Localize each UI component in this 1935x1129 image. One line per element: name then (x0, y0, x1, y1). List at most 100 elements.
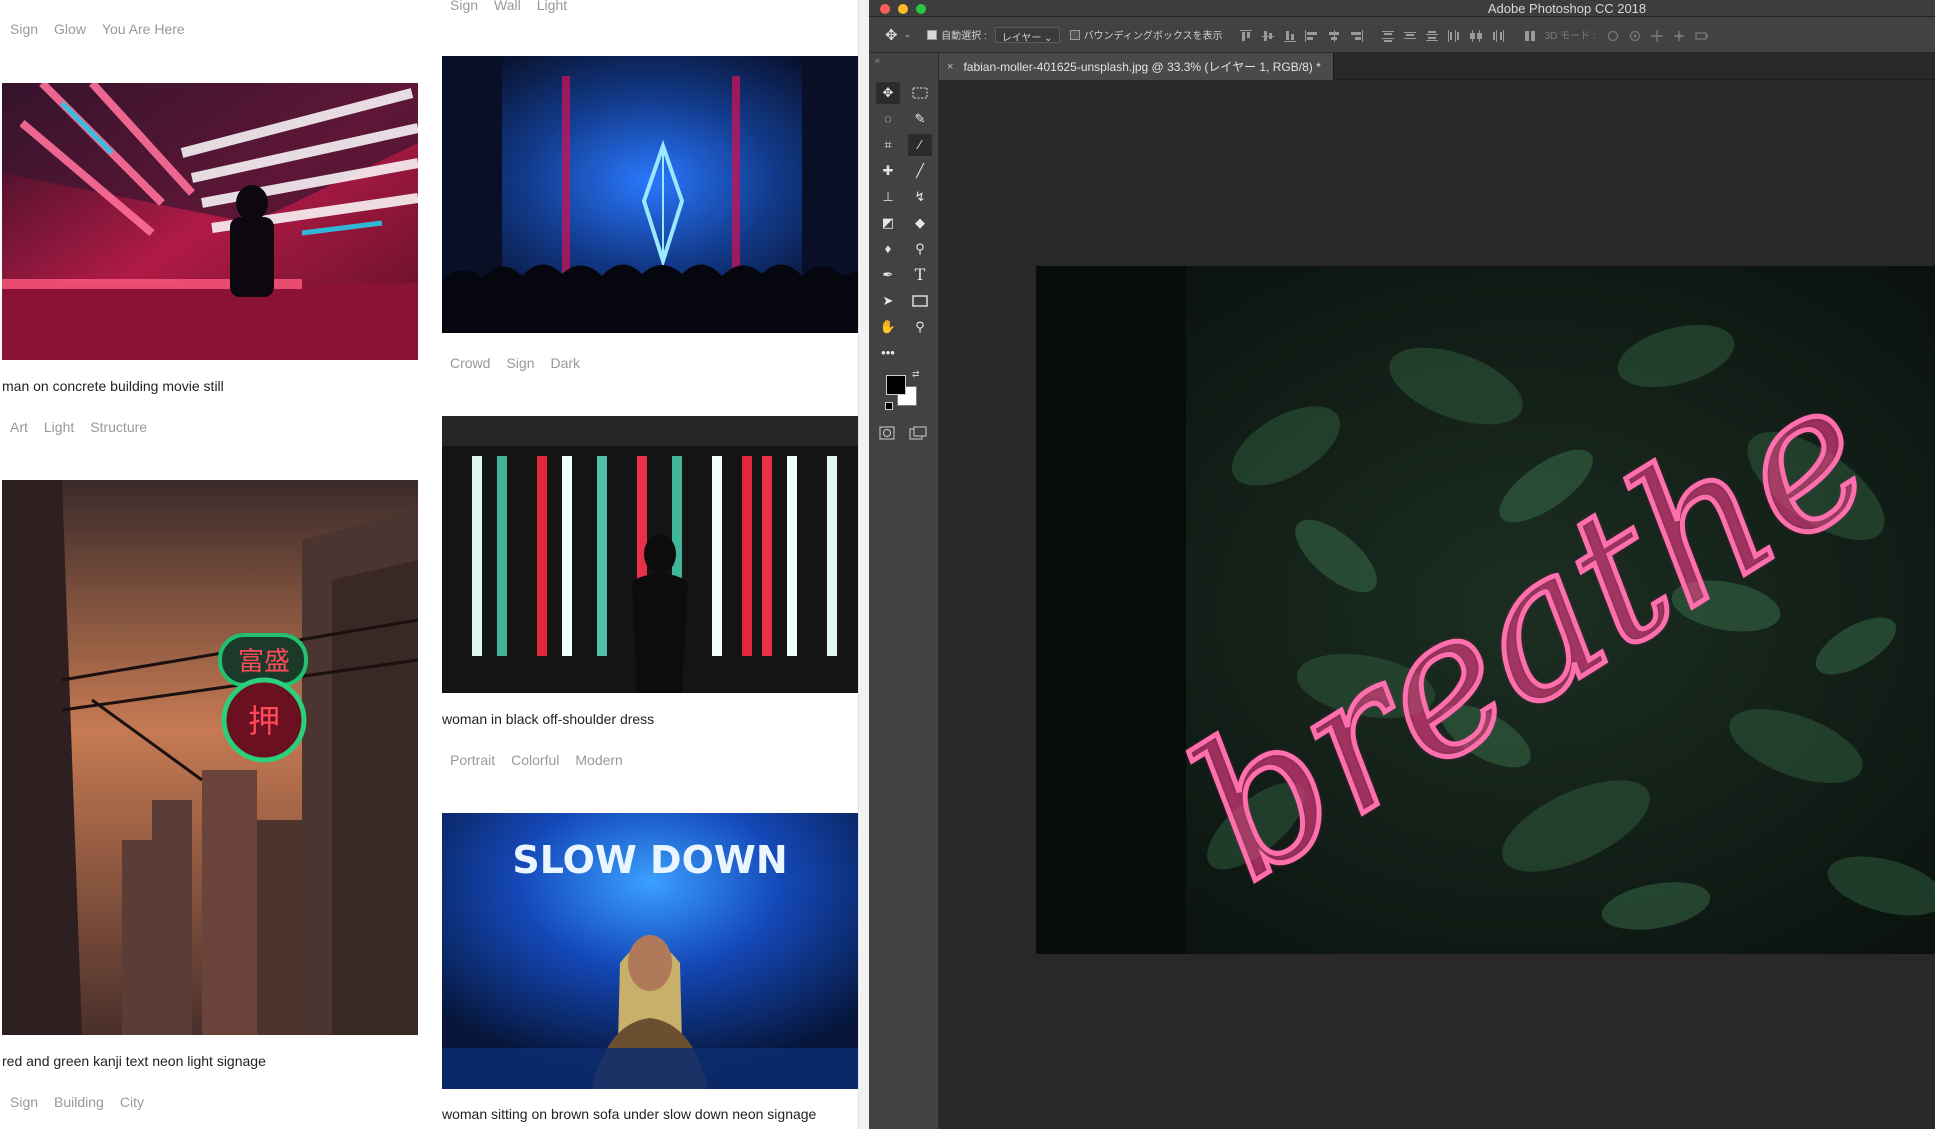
svg-text:富盛: 富盛 (238, 647, 290, 677)
tag-row: Sign Building City (2, 1087, 152, 1117)
bounding-box-checkbox[interactable] (1069, 29, 1080, 40)
blur-icon[interactable]: ♦ (876, 238, 900, 260)
distribute-center-icon[interactable] (1469, 29, 1483, 42)
screen-mode-icon[interactable] (909, 426, 927, 445)
tag-link[interactable]: Sign (442, 0, 486, 13)
tag-link[interactable]: Dark (543, 355, 589, 371)
distribute-left-icon[interactable] (1447, 29, 1461, 42)
tag-row: Portrait Colorful Modern (442, 745, 631, 775)
tag-link[interactable]: Glow (46, 21, 94, 37)
move-icon[interactable]: ✥ (876, 82, 900, 104)
eraser-icon[interactable]: ◩ (876, 212, 900, 234)
align-bottom-icon[interactable] (1283, 29, 1297, 42)
foreground-color-swatch-top (886, 375, 906, 395)
align-left-icon[interactable] (1304, 29, 1319, 42)
brush-icon[interactable]: ╱ (908, 160, 932, 182)
align-center-icon[interactable] (1327, 29, 1341, 42)
document-tab[interactable]: × fabian-moller-401625-unsplash.jpg @ 33… (939, 53, 1334, 80)
hand-icon[interactable]: ✋ (876, 316, 900, 338)
tag-link[interactable]: Sign (498, 355, 542, 371)
stamp-icon[interactable]: ⊥ (876, 186, 900, 208)
chevron-down-icon[interactable]: ⌄ (904, 29, 912, 40)
eyedropper-icon[interactable]: ⁄ (908, 134, 932, 156)
align-middle-icon[interactable] (1261, 29, 1275, 41)
auto-align-icon[interactable] (1523, 29, 1537, 41)
auto-select-checkbox[interactable] (927, 29, 938, 40)
tag-link[interactable]: Light (36, 419, 82, 435)
more-icon[interactable]: ••• (876, 342, 900, 364)
gallery-column-left: Sign Glow You Are Here man on concrete b… (2, 0, 418, 1129)
photo-caption: man on concrete building movie still (2, 378, 224, 394)
distribute-middle-icon[interactable] (1403, 29, 1417, 41)
photo-kanji-neon[interactable]: 富盛 押 (2, 480, 418, 1035)
auto-select-dropdown[interactable]: レイヤー ⌄ (994, 26, 1060, 44)
tag-link[interactable]: Crowd (442, 355, 498, 371)
tag-row: Sign Glow You Are Here (2, 14, 193, 44)
gallery-scrollbar[interactable] (858, 0, 869, 1129)
window-titlebar: Adobe Photoshop CC 2018 (869, 0, 1935, 17)
window-title: Adobe Photoshop CC 2018 (1487, 1, 1647, 16)
tag-link[interactable]: Wall (486, 0, 529, 13)
document-canvas[interactable]: breathe breathe (1036, 266, 1935, 954)
distribute-bottom-icon[interactable] (1425, 29, 1439, 41)
pen-icon[interactable]: ✒ (876, 264, 900, 286)
tag-row: Art Light Structure (2, 412, 155, 442)
tag-row: Sign Wall Light (442, 0, 575, 20)
tag-link[interactable]: Colorful (503, 752, 567, 768)
close-tab-icon[interactable]: × (947, 61, 953, 73)
crop-icon[interactable]: ⌗ (876, 134, 900, 156)
gallery-column-right: Sign Wall Light Crowd Sign Dark woman in… (442, 0, 858, 1129)
document-tab-bar: × fabian-moller-401625-unsplash.jpg @ 33… (939, 53, 1935, 80)
3d-orbit-icon[interactable] (1606, 29, 1620, 41)
3d-mode-label: 3D モード : (1544, 31, 1596, 42)
photo-man-on-building[interactable] (2, 83, 418, 360)
panel-collapse-icon[interactable]: « (875, 55, 880, 65)
tag-link[interactable]: City (112, 1094, 152, 1110)
tag-link[interactable]: Art (2, 419, 36, 435)
photo-woman-neon-tubes[interactable] (442, 416, 858, 693)
svg-text:押: 押 (248, 702, 280, 740)
3d-pan-icon[interactable] (1650, 29, 1664, 42)
gallery-page: Sign Glow You Are Here man on concrete b… (0, 0, 869, 1129)
photo-caption: red and green kanji text neon light sign… (2, 1053, 266, 1069)
type-icon[interactable]: T (908, 264, 932, 286)
healing-icon[interactable]: ✚ (876, 160, 900, 182)
tag-row: Crowd Sign Dark (442, 348, 588, 378)
canvas-area[interactable]: breathe breathe (939, 80, 1935, 1129)
photo-crowd-neon[interactable] (442, 56, 858, 333)
dodge-icon[interactable]: ⚲ (908, 238, 932, 260)
document-tab-label: fabian-moller-401625-unsplash.jpg @ 33.3… (963, 60, 1321, 74)
neon-sign-text: SLOW DOWN (512, 838, 787, 882)
default-colors-icon[interactable] (885, 402, 893, 410)
tag-link[interactable]: Modern (567, 752, 630, 768)
3d-scale-icon[interactable] (1694, 29, 1708, 41)
swap-colors-icon[interactable]: ⇄ (912, 369, 920, 380)
photo-caption: woman sitting on brown sofa under slow d… (442, 1106, 817, 1122)
3d-roll-icon[interactable] (1628, 29, 1642, 41)
rectangle-icon[interactable] (908, 290, 932, 312)
3d-slide-icon[interactable] (1672, 29, 1686, 41)
zoom-icon[interactable]: ⚲ (908, 316, 932, 338)
photoshop-window: Adobe Photoshop CC 2018 ✥ ⌄ 自動選択 : レイヤー … (869, 0, 1935, 1129)
distribute-right-icon[interactable] (1491, 29, 1505, 42)
path-select-icon[interactable]: ➤ (876, 290, 900, 312)
marquee-icon[interactable] (908, 82, 932, 104)
tag-link[interactable]: You Are Here (94, 21, 193, 37)
lasso-icon[interactable]: ◌ (876, 108, 900, 130)
tag-link[interactable]: Sign (2, 21, 46, 37)
align-top-icon[interactable] (1239, 29, 1253, 41)
tag-link[interactable]: Light (529, 0, 575, 13)
quick-mask-icon[interactable] (879, 426, 895, 445)
history-brush-icon[interactable]: ↯ (908, 186, 932, 208)
align-right-icon[interactable] (1349, 29, 1363, 42)
quick-select-icon[interactable]: ✎ (908, 108, 932, 130)
bucket-icon[interactable]: ◆ (908, 212, 932, 234)
distribute-top-icon[interactable] (1381, 29, 1395, 42)
photo-caption: woman in black off-shoulder dress (442, 711, 655, 727)
tag-link[interactable]: Sign (2, 1094, 46, 1110)
photo-slow-down[interactable]: SLOW DOWN (442, 813, 858, 1089)
tag-link[interactable]: Portrait (442, 752, 503, 768)
tag-link[interactable]: Building (46, 1094, 112, 1110)
move-tool-options-icon[interactable]: ✥ (885, 26, 898, 44)
tag-link[interactable]: Structure (82, 419, 155, 435)
